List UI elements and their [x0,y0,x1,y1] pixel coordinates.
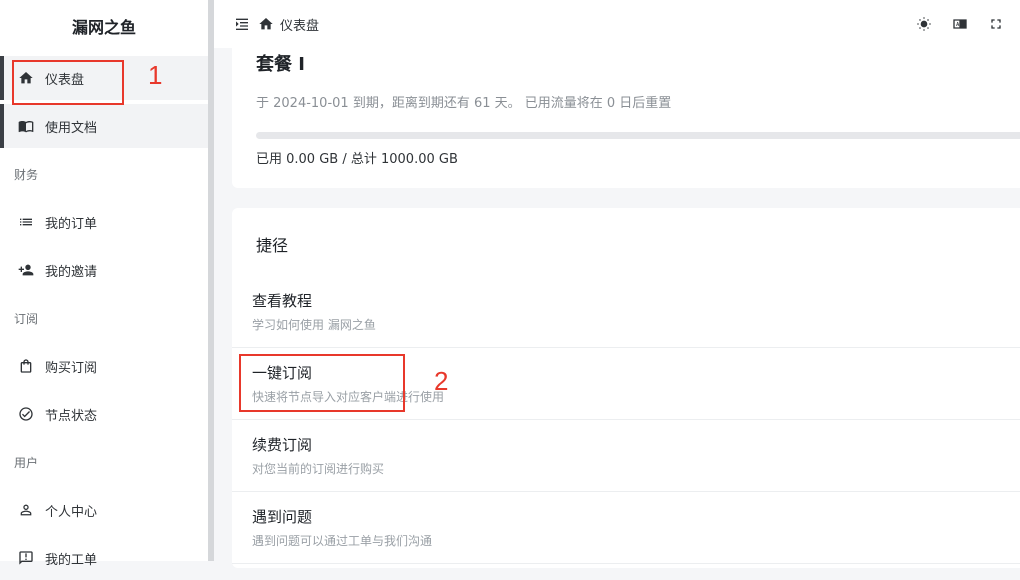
topbar-actions [916,0,1004,48]
breadcrumb-current: 仪表盘 [280,18,320,34]
breadcrumb: 仪表盘 [258,15,319,34]
user-add-icon [17,261,35,279]
shortcut-view-tutorial[interactable]: 查看教程 学习如何使用 漏网之鱼 [232,276,1020,348]
person-icon [17,501,35,519]
shortcut-item-title: 查看教程 [252,292,313,310]
shortcut-item-desc: 对您当前的订阅进行购买 [252,462,385,476]
nav-group-finance: 财务 [14,167,39,182]
sidebar-item-label: 我的邀请 [45,264,98,280]
annotation-box-1 [12,60,124,105]
shortcut-item-desc: 学习如何使用 漏网之鱼 [252,318,376,332]
traffic-progress-bar [256,132,1020,139]
shortcut-title: 捷径 [256,236,289,255]
home-icon [258,16,274,32]
fullscreen-icon[interactable] [988,16,1004,32]
shortcut-renew-subscription[interactable]: 续费订阅 对您当前的订阅进行购买 [232,420,1020,492]
book-icon [17,117,35,135]
check-circle-icon [17,405,35,423]
menu-collapse-icon[interactable] [234,16,250,32]
sidebar-item-tickets[interactable]: 我的工单 [0,536,208,580]
bag-icon [17,357,35,375]
sidebar-item-docs[interactable]: 使用文档 [0,104,208,148]
list-icon [17,213,35,231]
nav-group-subscription: 订阅 [14,311,39,326]
annotation-box-2 [239,354,405,412]
sidebar-item-node-status[interactable]: 节点状态 [0,392,208,436]
sidebar-item-label: 节点状态 [45,408,98,424]
sidebar-item-label: 使用文档 [45,120,98,136]
shortcut-item-title: 遇到问题 [252,508,313,526]
plan-expire-text: 于 2024-10-01 到期，距离到期还有 61 天。 已用流量将在 0 日后… [256,96,672,111]
shortcut-item-desc: 遇到问题可以通过工单与我们沟通 [252,534,433,548]
sidebar-item-label: 我的订单 [45,216,98,232]
sidebar-item-label: 我的工单 [45,552,98,568]
ticket-icon [17,549,35,567]
sidebar-item-buy-subscription[interactable]: 购买订阅 [0,344,208,388]
sidebar-item-profile[interactable]: 个人中心 [0,488,208,532]
nav-group-user: 用户 [14,455,39,470]
sidebar-item-orders[interactable]: 我的订单 [0,200,208,244]
sidebar-item-invites[interactable]: 我的邀请 [0,248,208,292]
annotation-number-2: 2 [434,366,449,396]
sidebar-scrollbar[interactable] [208,0,214,561]
topbar: 仪表盘 [214,0,1020,48]
shortcut-get-help[interactable]: 遇到问题 遇到问题可以通过工单与我们沟通 [232,492,1020,564]
translate-icon[interactable] [952,16,968,32]
brand-title: 漏网之鱼 [71,18,136,37]
plan-usage-text: 已用 0.00 GB / 总计 1000.00 GB [256,152,458,167]
annotation-number-1: 1 [148,60,163,90]
plan-title: 套餐 I [256,54,305,75]
plan-card: 套餐 I 于 2024-10-01 到期，距离到期还有 61 天。 已用流量将在… [232,40,1020,188]
sidebar-item-label: 购买订阅 [45,360,98,376]
theme-toggle-icon[interactable] [916,16,932,32]
sidebar-item-label: 个人中心 [45,504,98,520]
shortcut-item-title: 续费订阅 [252,436,313,454]
